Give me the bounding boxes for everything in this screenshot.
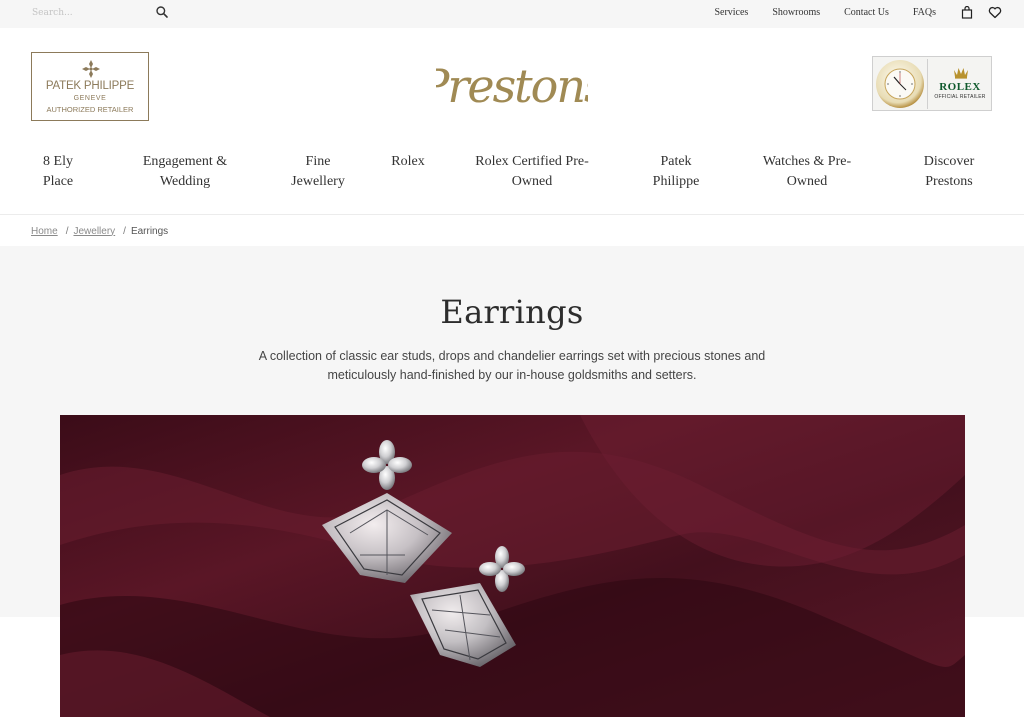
rolex-crown-icon — [953, 66, 969, 79]
bag-icon[interactable] — [960, 5, 974, 19]
breadcrumb: Home / Jewellery / Earrings — [31, 224, 168, 238]
showrooms-link[interactable]: Showrooms — [772, 7, 820, 18]
category-description: A collection of classic ear studs, drops… — [258, 349, 766, 382]
calatrava-cross-icon — [82, 60, 100, 78]
contact-us-link[interactable]: Contact Us — [844, 7, 889, 18]
page-title: Earrings — [440, 293, 584, 331]
nav-item-8-ely-place[interactable]: 8 Ely Place — [40, 152, 76, 192]
main-navigation: 8 Ely Place Engagement & Wedding Fine Je… — [0, 152, 1024, 202]
services-link[interactable]: Services — [714, 7, 748, 18]
search-input[interactable] — [32, 3, 150, 23]
patek-badge-name: PATEK PHILIPPE — [45, 80, 135, 92]
breadcrumb-jewellery-link[interactable]: Jewellery — [73, 226, 115, 237]
search-icon[interactable] — [155, 5, 169, 19]
prestons-logo-text: Prestons — [436, 59, 588, 113]
nav-item-watches-pre-owned[interactable]: Watches & Pre- Owned — [757, 152, 857, 192]
rolex-plaque-divider — [927, 59, 928, 109]
breadcrumb-home-link[interactable]: Home — [31, 226, 58, 237]
breadcrumb-current: Earrings — [130, 225, 169, 237]
nav-item-patek-philippe[interactable]: Patek Philippe — [646, 152, 706, 192]
nav-item-rolex[interactable]: Rolex — [386, 152, 430, 172]
rolex-plaque-brand: ROLEX — [939, 81, 981, 93]
prestons-logo[interactable]: Prestons — [436, 52, 588, 116]
nav-item-engagement-wedding[interactable]: Engagement & Wedding — [139, 152, 231, 192]
breadcrumb-separator: / — [123, 225, 126, 237]
utility-bar: Services Showrooms Contact Us FAQs — [0, 0, 1024, 28]
rolex-clock-icon — [876, 60, 924, 108]
earrings-hero-image — [60, 415, 965, 717]
patek-badge-retailer: AUTHORIZED RETAILER — [46, 105, 134, 114]
patek-philippe-retailer-badge[interactable]: PATEK PHILIPPE GENEVE AUTHORIZED RETAILE… — [31, 52, 149, 121]
heart-icon[interactable] — [988, 5, 1002, 19]
nav-item-rolex-certified-pre-owned[interactable]: Rolex Certified Pre- Owned — [472, 152, 592, 192]
nav-divider — [0, 214, 1024, 215]
nav-item-discover-prestons[interactable]: Discover Prestons — [918, 152, 980, 192]
patek-badge-city: GENEVE — [73, 95, 107, 102]
breadcrumb-separator: / — [65, 225, 69, 237]
utility-links: Services Showrooms Contact Us FAQs — [714, 0, 1002, 24]
nav-item-fine-jewellery[interactable]: Fine Jewellery — [288, 152, 348, 192]
rolex-plaque-tagline: OFFICIAL RETAILER — [934, 94, 986, 100]
rolex-official-retailer-plaque[interactable]: ROLEX OFFICIAL RETAILER — [872, 56, 992, 111]
search-box — [32, 3, 172, 23]
faqs-link[interactable]: FAQs — [913, 7, 936, 18]
